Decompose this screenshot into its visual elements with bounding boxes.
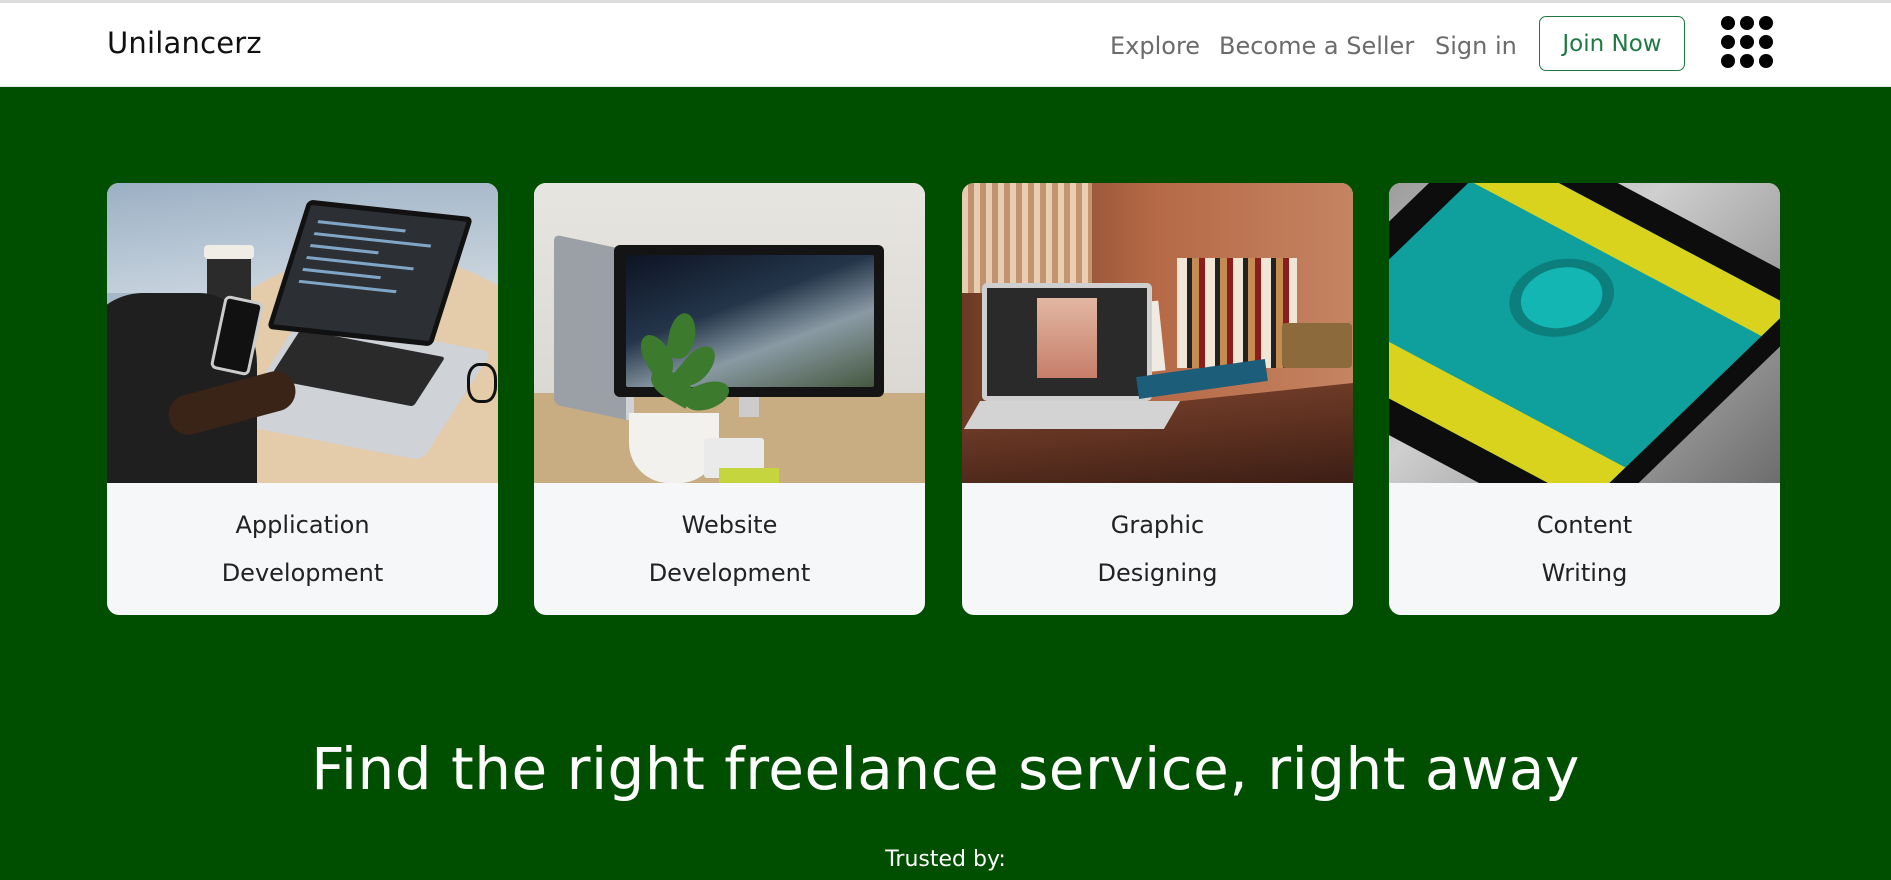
grid-dot [1721, 35, 1735, 49]
smartphone-image [1389, 183, 1780, 483]
grid-dot [1759, 54, 1773, 68]
card-label-line1: Content [1536, 511, 1633, 539]
laptop-and-phone-image [107, 183, 498, 483]
category-card-graphic-designing[interactable]: Graphic Designing [962, 183, 1353, 615]
grid-dot [1759, 16, 1773, 30]
grid-dot [1740, 16, 1754, 30]
card-label-line1: Website [681, 511, 778, 539]
join-now-button[interactable]: Join Now [1539, 16, 1685, 71]
nav-become-seller-link[interactable]: Become a Seller [1219, 32, 1414, 60]
card-label-line2: Designing [1097, 559, 1218, 587]
card-label-line1: Application [235, 511, 370, 539]
navbar: Unilancerz Explore Become a Seller Sign … [0, 3, 1891, 87]
design-desk-image [962, 183, 1353, 483]
card-label-line2: Development [648, 559, 811, 587]
card-label-line1: Graphic [1110, 511, 1205, 539]
hero-headline: Find the right freelance service, right … [311, 735, 1580, 803]
card-label-line2: Development [221, 559, 384, 587]
desk-monitor-image [534, 183, 925, 483]
trusted-by-label: Trusted by: [885, 847, 1006, 872]
card-label: Website Development [534, 483, 925, 615]
brand-logo[interactable]: Unilancerz [107, 26, 262, 60]
category-card-application-development[interactable]: Application Development [107, 183, 498, 615]
card-label: Application Development [107, 483, 498, 615]
grid-icon[interactable] [1721, 16, 1773, 68]
card-label: Content Writing [1389, 483, 1780, 615]
category-card-website-development[interactable]: Website Development [534, 183, 925, 615]
nav-explore-link[interactable]: Explore [1110, 32, 1200, 60]
grid-dot [1721, 54, 1735, 68]
grid-dot [1740, 54, 1754, 68]
grid-dot [1740, 35, 1754, 49]
card-label-line2: Writing [1541, 559, 1628, 587]
grid-dot [1759, 35, 1773, 49]
grid-dot [1721, 16, 1735, 30]
category-card-content-writing[interactable]: Content Writing [1389, 183, 1780, 615]
nav-sign-in-link[interactable]: Sign in [1435, 32, 1517, 60]
card-label: Graphic Designing [962, 483, 1353, 615]
